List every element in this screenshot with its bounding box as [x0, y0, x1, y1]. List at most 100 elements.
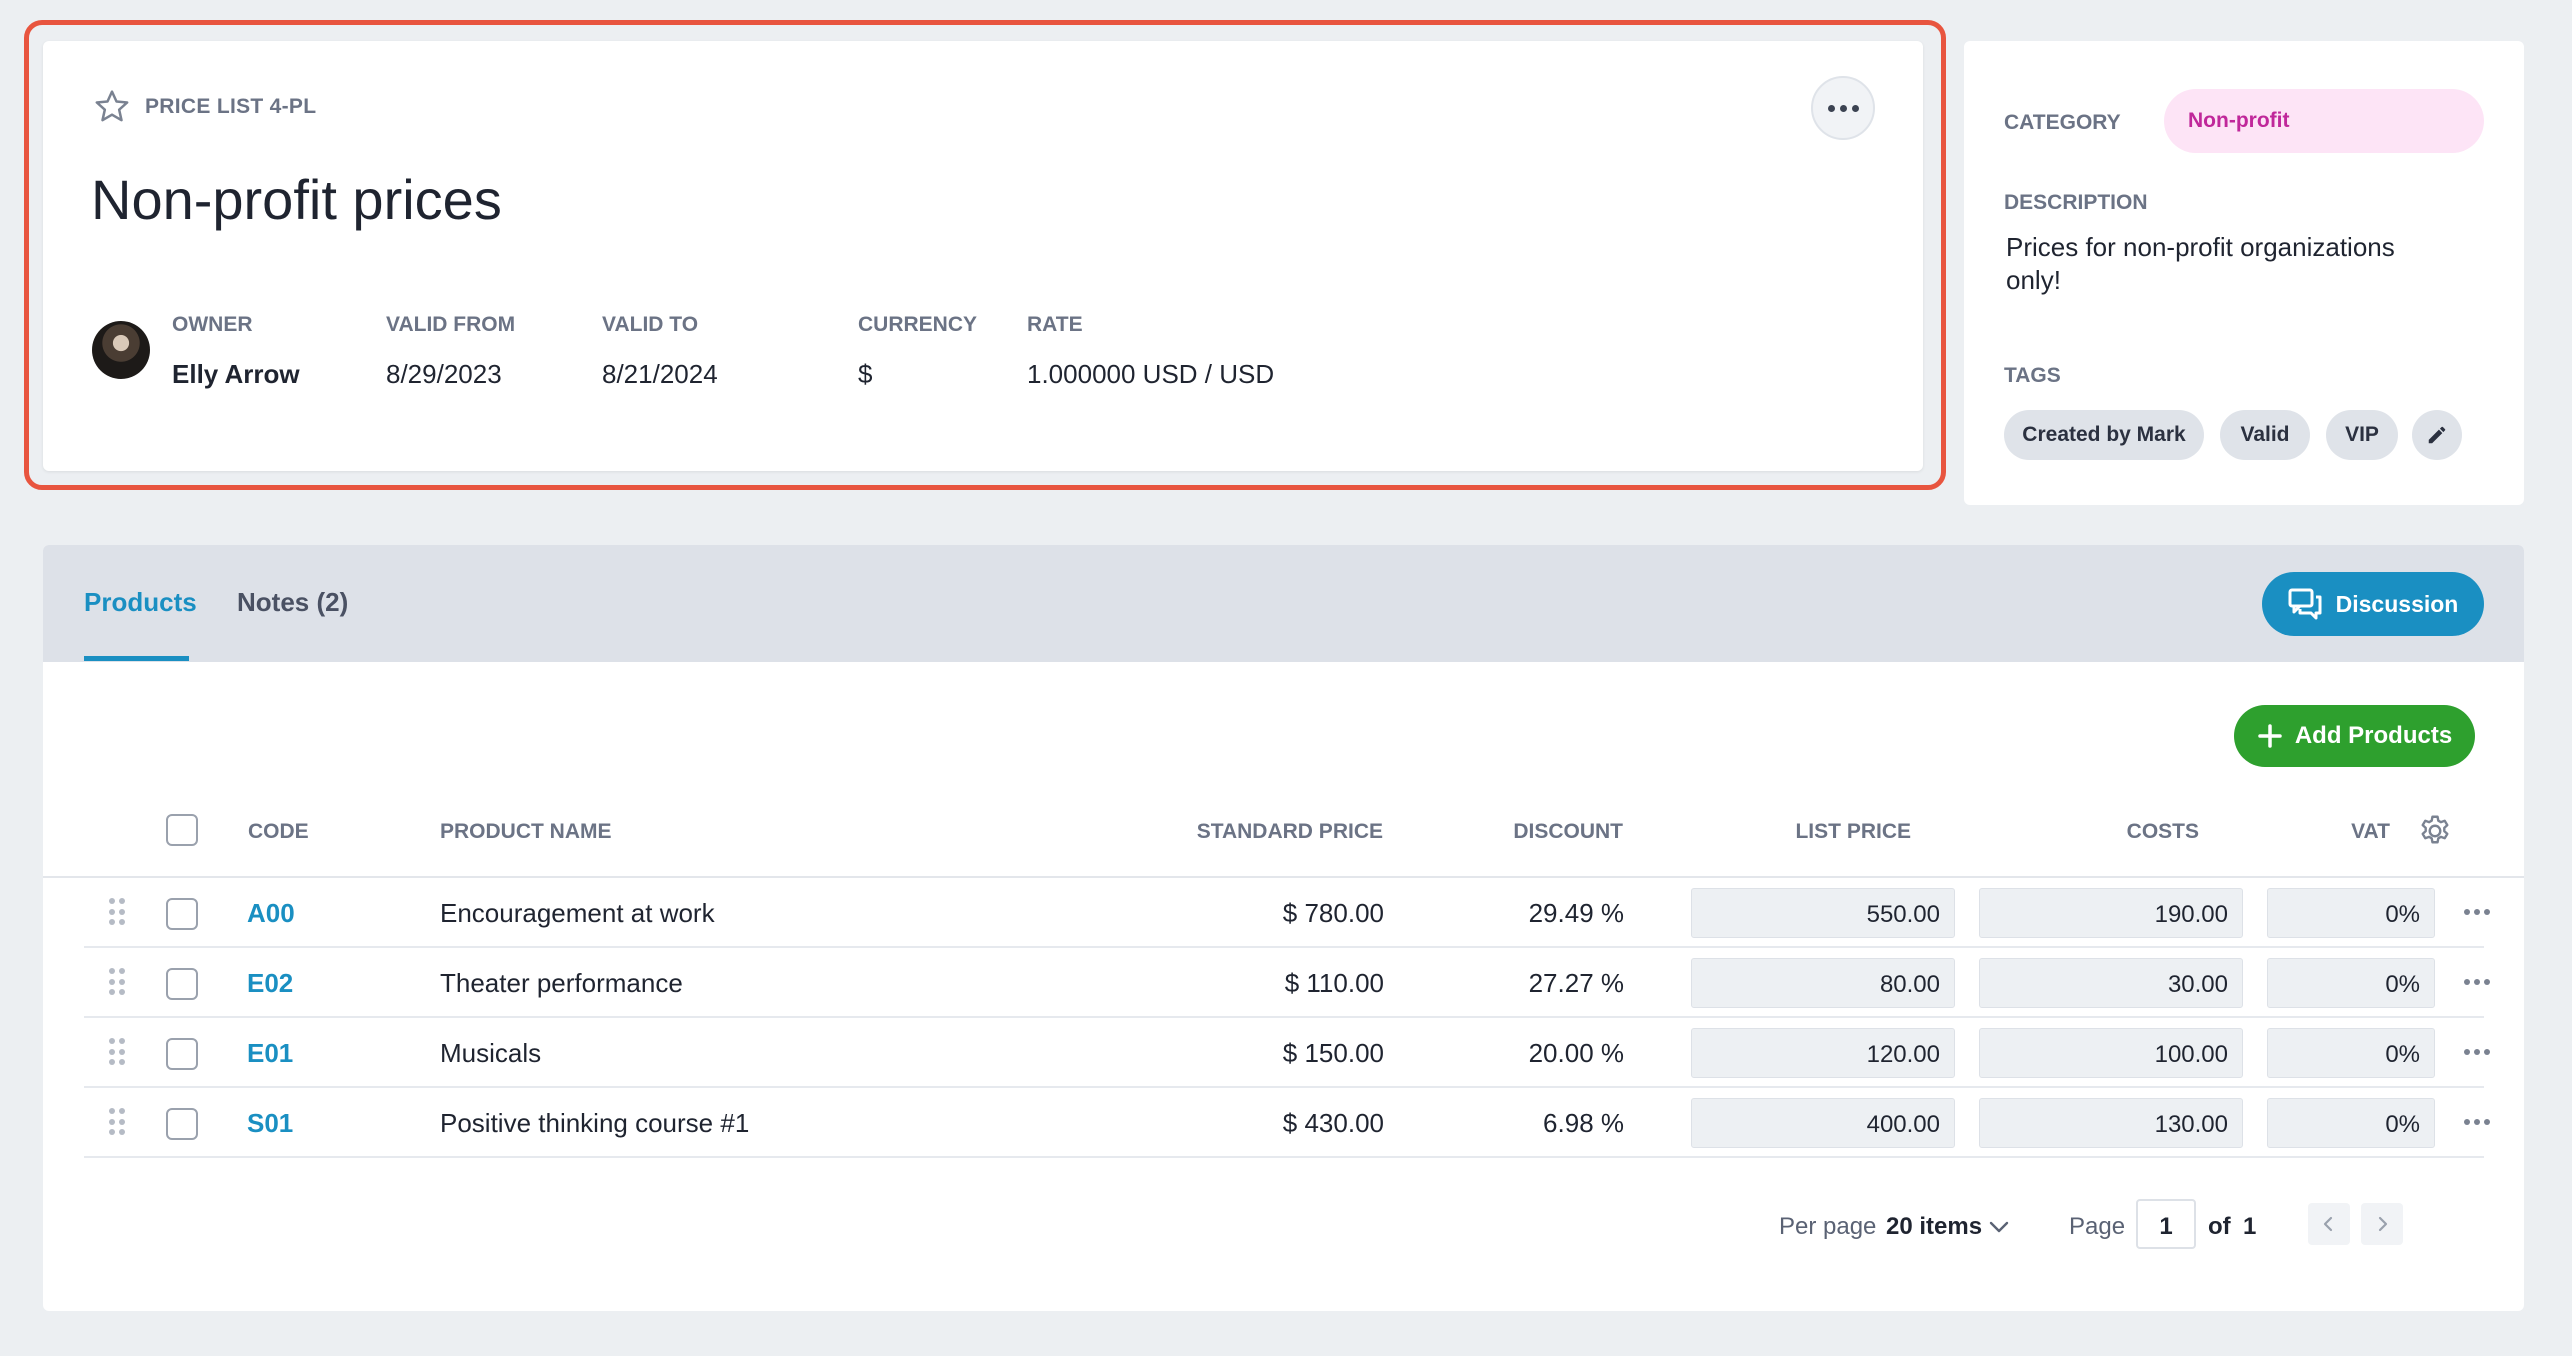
page-number-input[interactable]: 1	[2136, 1199, 2196, 1249]
row-checkbox[interactable]	[166, 1038, 198, 1070]
currency-label: CURRENCY	[858, 313, 978, 336]
drag-handle-icon[interactable]	[109, 1038, 125, 1066]
discount: 6.98 %	[1543, 1108, 1624, 1138]
table-row[interactable]: S01 Positive thinking course #1 $ 430.00…	[84, 1088, 2490, 1158]
vat-input[interactable]: 0%	[2267, 1028, 2435, 1078]
costs-input[interactable]: 130.00	[1979, 1098, 2243, 1148]
column-header-product-name[interactable]: PRODUCT NAME	[440, 820, 612, 844]
product-name: Musicals	[440, 1038, 542, 1068]
details-side-card: CATEGORY Non-profit DESCRIPTION Prices f…	[1964, 41, 2524, 505]
row-checkbox[interactable]	[166, 968, 198, 1000]
select-all-checkbox[interactable]	[166, 814, 198, 846]
page-title: Non-profit prices	[91, 168, 502, 231]
drag-handle-icon[interactable]	[109, 1108, 125, 1136]
product-code-link[interactable]: A00	[247, 898, 295, 929]
valid-from-label: VALID FROM	[386, 313, 516, 336]
valid-to-label: VALID TO	[602, 313, 699, 336]
list-price-input[interactable]: 550.00	[1691, 888, 1955, 938]
row-more-icon[interactable]	[2464, 979, 2490, 985]
valid-from-value: 8/29/2023	[386, 359, 502, 389]
chevron-down-icon[interactable]	[1988, 1218, 2010, 1236]
drag-handle-icon[interactable]	[109, 968, 125, 996]
column-header-vat[interactable]: VAT	[2243, 820, 2390, 844]
page-of-label: of	[2208, 1213, 2231, 1240]
column-header-discount[interactable]: DISCOUNT	[1423, 820, 1623, 844]
row-checkbox[interactable]	[166, 898, 198, 930]
product-name: Theater performance	[440, 968, 683, 998]
chevron-right-icon	[2378, 1216, 2388, 1232]
product-code-link[interactable]: E01	[247, 1038, 293, 1069]
tag-chip[interactable]: Created by Mark	[2004, 410, 2204, 460]
previous-page-button[interactable]	[2308, 1203, 2350, 1245]
tag-chip[interactable]: VIP	[2326, 410, 2398, 460]
add-products-button[interactable]: Add Products	[2234, 705, 2475, 767]
column-header-list-price[interactable]: LIST PRICE	[1643, 820, 1911, 844]
column-header-code[interactable]: CODE	[248, 820, 309, 844]
row-checkbox[interactable]	[166, 1108, 198, 1140]
discussion-label: Discussion	[2335, 590, 2459, 617]
tag-chip[interactable]: Valid	[2220, 410, 2310, 460]
costs-input[interactable]: 190.00	[1979, 888, 2243, 938]
chat-icon	[2288, 588, 2322, 620]
chevron-left-icon	[2323, 1216, 2333, 1232]
page-label: Page	[2069, 1213, 2126, 1240]
products-panel: Products Notes (2) Discussion Add Produc…	[43, 545, 2524, 1311]
tab-notes[interactable]: Notes (2)	[237, 587, 348, 618]
discount: 20.00 %	[1528, 1038, 1624, 1068]
category-badge[interactable]: Non-profit	[2164, 89, 2484, 153]
product-name: Positive thinking course #1	[440, 1108, 750, 1138]
active-tab-indicator	[84, 656, 189, 661]
standard-price: $ 110.00	[1284, 968, 1384, 998]
star-icon[interactable]	[92, 87, 132, 127]
column-settings-icon[interactable]	[2417, 813, 2453, 849]
valid-to-value: 8/21/2024	[602, 359, 718, 389]
standard-price: $ 150.00	[1282, 1038, 1384, 1068]
row-more-icon[interactable]	[2464, 1119, 2490, 1125]
owner-avatar[interactable]	[92, 321, 150, 379]
discount: 29.49 %	[1528, 898, 1624, 928]
owner-label: OWNER	[172, 313, 253, 336]
table-row[interactable]: A00 Encouragement at work $ 780.00 29.49…	[84, 878, 2490, 948]
discussion-button[interactable]: Discussion	[2262, 572, 2484, 636]
row-more-icon[interactable]	[2464, 909, 2490, 915]
vat-input[interactable]: 0%	[2267, 1098, 2435, 1148]
plus-icon	[2258, 724, 2282, 748]
owner-name[interactable]: Elly Arrow	[172, 359, 300, 390]
price-list-id: PRICE LIST 4-PL	[145, 95, 317, 118]
vat-input[interactable]: 0%	[2267, 958, 2435, 1008]
product-code-link[interactable]: E02	[247, 968, 293, 999]
costs-input[interactable]: 30.00	[1979, 958, 2243, 1008]
vat-input[interactable]: 0%	[2267, 888, 2435, 938]
list-price-input[interactable]: 400.00	[1691, 1098, 1955, 1148]
more-icon	[1827, 104, 1835, 112]
rate-value: 1.000000 USD / USD	[1027, 359, 1275, 389]
tab-products[interactable]: Products	[84, 587, 197, 618]
total-pages: 1	[2243, 1213, 2257, 1240]
next-page-button[interactable]	[2361, 1203, 2403, 1245]
pencil-icon	[2428, 426, 2446, 444]
discount: 27.27 %	[1528, 968, 1624, 998]
product-name: Encouragement at work	[440, 898, 715, 928]
per-page-select[interactable]: 20 items	[1886, 1213, 1982, 1241]
costs-input[interactable]: 100.00	[1979, 1028, 2243, 1078]
column-header-standard-price[interactable]: STANDARD PRICE	[1043, 820, 1383, 844]
list-price-input[interactable]: 80.00	[1691, 958, 1955, 1008]
rate-label: RATE	[1027, 313, 1083, 336]
column-header-costs[interactable]: COSTS	[1933, 820, 2199, 844]
tags-label: TAGS	[2004, 364, 2061, 387]
currency-value: $	[858, 359, 873, 389]
row-more-icon[interactable]	[2464, 1049, 2490, 1055]
description-text: Prices for non-profit organizations only…	[2006, 232, 2395, 295]
list-price-input[interactable]: 120.00	[1691, 1028, 1955, 1078]
table-row[interactable]: E01 Musicals $ 150.00 20.00 % 120.00 100…	[84, 1018, 2490, 1088]
per-page-label: Per page	[1779, 1213, 1877, 1240]
product-code-link[interactable]: S01	[247, 1108, 293, 1139]
standard-price: $ 430.00	[1282, 1108, 1384, 1138]
price-list-header-card: PRICE LIST 4-PL Non-profit prices OWNER …	[43, 41, 1923, 471]
add-products-label: Add Products	[2294, 722, 2453, 749]
table-row[interactable]: E02 Theater performance $ 110.00 27.27 %…	[84, 948, 2490, 1018]
edit-tags-button[interactable]	[2412, 410, 2462, 460]
more-actions-button[interactable]	[1811, 76, 1875, 140]
drag-handle-icon[interactable]	[109, 898, 125, 926]
tab-bar: Products Notes (2) Discussion	[43, 545, 2524, 662]
